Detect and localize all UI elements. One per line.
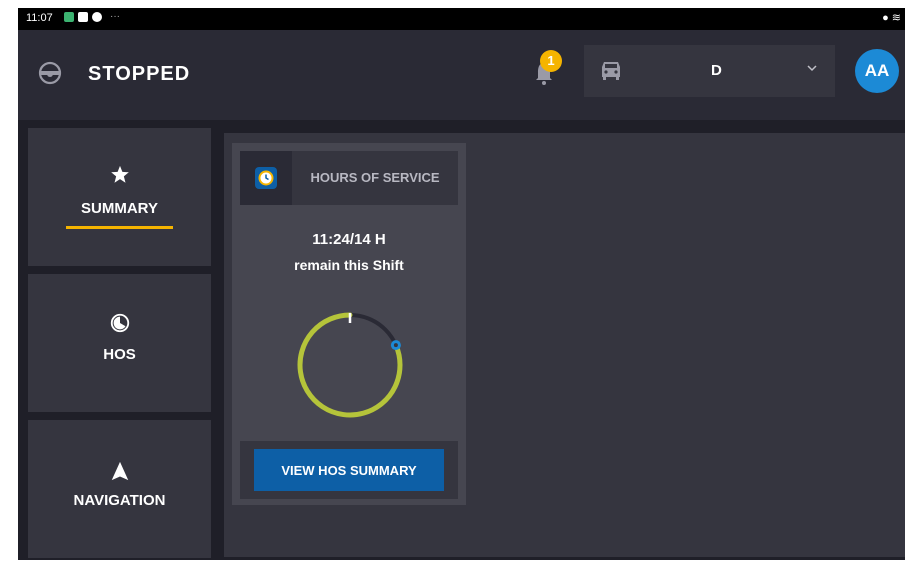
- view-hos-summary-button[interactable]: VIEW HOS SUMMARY: [254, 449, 444, 491]
- steering-wheel-icon: [38, 61, 62, 85]
- star-icon: [111, 165, 129, 183]
- sidebar-item-hos[interactable]: HOS: [28, 274, 211, 412]
- chevron-down-icon: [807, 65, 817, 72]
- app-bar: STOPPED 1 D AA: [18, 30, 905, 120]
- timer-icon: [92, 11, 102, 22]
- page-title: STOPPED: [88, 63, 191, 85]
- navigation-arrow-icon: [111, 461, 129, 481]
- gauge-marker-center: [393, 343, 398, 348]
- vehicle-selector-value: D: [711, 62, 722, 79]
- image-notification-icon: [78, 11, 88, 22]
- hos-card: HOURS OF SERVICE 11:24/14 H remain this …: [232, 143, 466, 505]
- notification-badge: 1: [540, 50, 562, 72]
- status-notification-icons: ···: [64, 11, 120, 22]
- active-tab-indicator: [66, 226, 173, 229]
- hos-card-title: HOURS OF SERVICE: [310, 170, 440, 185]
- location-wifi-icon: ● ≋: [882, 12, 901, 24]
- user-avatar[interactable]: AA: [855, 49, 899, 93]
- sidebar: SUMMARY HOS NAVIGATION: [18, 120, 222, 560]
- app-notification-icon: [64, 11, 74, 22]
- remain-label: remain this Shift: [294, 257, 404, 273]
- hos-card-footer: VIEW HOS SUMMARY: [240, 441, 458, 499]
- sidebar-item-label: NAVIGATION: [73, 492, 166, 509]
- shift-remaining-gauge: [297, 312, 403, 418]
- sidebar-item-label: HOS: [103, 346, 136, 363]
- hos-clock-icon: [255, 167, 277, 189]
- clock-icon: [110, 313, 130, 333]
- dashboard-content: HOURS OF SERVICE 11:24/14 H remain this …: [224, 133, 905, 557]
- hours-remaining: 11:24/14 H: [312, 231, 386, 248]
- truck-icon: [602, 62, 620, 80]
- hos-card-header: HOURS OF SERVICE: [240, 151, 458, 205]
- more-notifications: ···: [110, 11, 120, 22]
- sidebar-item-summary[interactable]: SUMMARY: [28, 128, 211, 266]
- hos-clock-badge: [240, 151, 292, 205]
- status-bar: 11:07 ··· ● ≋: [18, 8, 905, 30]
- sidebar-item-label: SUMMARY: [81, 200, 158, 217]
- sidebar-item-navigation[interactable]: NAVIGATION: [28, 420, 211, 558]
- vehicle-selector[interactable]: D: [584, 45, 835, 97]
- status-time: 11:07: [26, 12, 53, 24]
- app-screen: 11:07 ··· ● ≋ STOPPED 1 D AA SUMMARY HOS…: [18, 8, 905, 560]
